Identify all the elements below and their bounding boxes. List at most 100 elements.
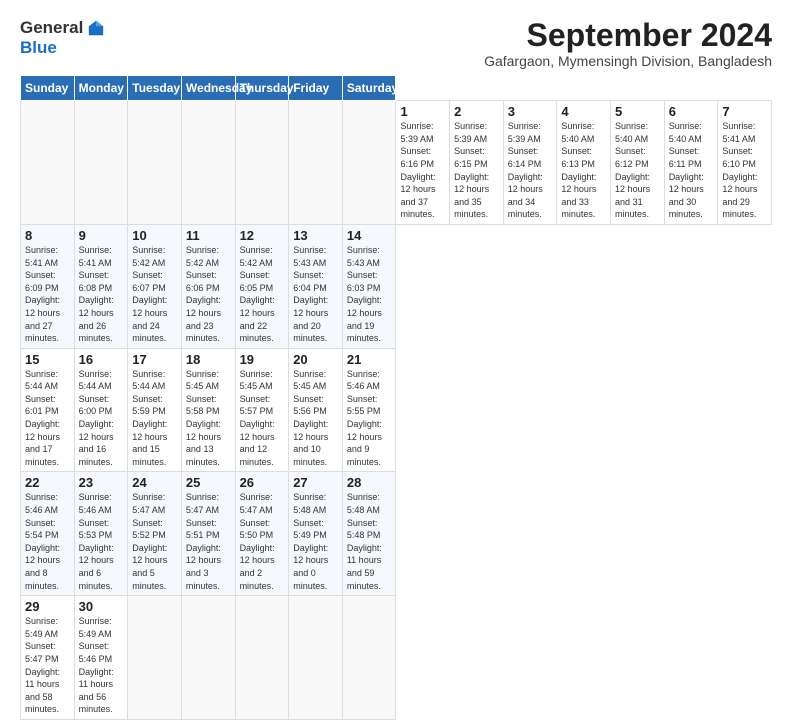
- day-number: 7: [722, 104, 767, 119]
- logo-icon: [87, 19, 105, 37]
- table-row: 1Sunrise: 5:39 AMSunset: 6:16 PMDaylight…: [396, 101, 450, 225]
- day-info: Sunrise: 5:41 AMSunset: 6:09 PMDaylight:…: [25, 244, 70, 345]
- day-info: Sunrise: 5:39 AMSunset: 6:16 PMDaylight:…: [400, 120, 445, 221]
- table-row: [21, 101, 75, 225]
- table-row: 12Sunrise: 5:42 AMSunset: 6:05 PMDayligh…: [235, 224, 289, 348]
- day-number: 19: [240, 352, 285, 367]
- day-info: Sunrise: 5:49 AMSunset: 5:47 PMDaylight:…: [25, 615, 70, 716]
- day-info: Sunrise: 5:40 AMSunset: 6:12 PMDaylight:…: [615, 120, 660, 221]
- table-row: [235, 596, 289, 720]
- day-info: Sunrise: 5:46 AMSunset: 5:55 PMDaylight:…: [347, 368, 392, 469]
- table-row: 18Sunrise: 5:45 AMSunset: 5:58 PMDayligh…: [181, 348, 235, 472]
- table-row: 22Sunrise: 5:46 AMSunset: 5:54 PMDayligh…: [21, 472, 75, 596]
- table-row: 4Sunrise: 5:40 AMSunset: 6:13 PMDaylight…: [557, 101, 611, 225]
- calendar-row: 15Sunrise: 5:44 AMSunset: 6:01 PMDayligh…: [21, 348, 772, 472]
- day-number: 16: [79, 352, 124, 367]
- day-number: 22: [25, 475, 70, 490]
- table-row: [181, 596, 235, 720]
- table-row: [289, 101, 343, 225]
- day-info: Sunrise: 5:49 AMSunset: 5:46 PMDaylight:…: [79, 615, 124, 716]
- table-row: 8Sunrise: 5:41 AMSunset: 6:09 PMDaylight…: [21, 224, 75, 348]
- day-info: Sunrise: 5:46 AMSunset: 5:53 PMDaylight:…: [79, 491, 124, 592]
- day-number: 10: [132, 228, 177, 243]
- calendar-page: General Blue September 2024 Gafargaon, M…: [0, 0, 792, 612]
- day-number: 1: [400, 104, 445, 119]
- day-number: 13: [293, 228, 338, 243]
- day-info: Sunrise: 5:44 AMSunset: 6:00 PMDaylight:…: [79, 368, 124, 469]
- day-number: 9: [79, 228, 124, 243]
- calendar-row: 8Sunrise: 5:41 AMSunset: 6:09 PMDaylight…: [21, 224, 772, 348]
- col-friday: Friday: [289, 76, 343, 101]
- col-wednesday: Wednesday: [181, 76, 235, 101]
- table-row: [289, 596, 343, 720]
- day-number: 17: [132, 352, 177, 367]
- day-number: 28: [347, 475, 392, 490]
- logo-blue-text: Blue: [20, 38, 57, 58]
- logo: General Blue: [20, 18, 105, 58]
- day-number: 15: [25, 352, 70, 367]
- day-number: 21: [347, 352, 392, 367]
- location-title: Gafargaon, Mymensingh Division, Banglade…: [484, 53, 772, 69]
- day-number: 6: [669, 104, 714, 119]
- calendar-table: Sunday Monday Tuesday Wednesday Thursday…: [20, 75, 772, 720]
- day-info: Sunrise: 5:47 AMSunset: 5:51 PMDaylight:…: [186, 491, 231, 592]
- day-number: 11: [186, 228, 231, 243]
- table-row: 11Sunrise: 5:42 AMSunset: 6:06 PMDayligh…: [181, 224, 235, 348]
- calendar-row: 29Sunrise: 5:49 AMSunset: 5:47 PMDayligh…: [21, 596, 772, 720]
- table-row: 19Sunrise: 5:45 AMSunset: 5:57 PMDayligh…: [235, 348, 289, 472]
- table-row: 9Sunrise: 5:41 AMSunset: 6:08 PMDaylight…: [74, 224, 128, 348]
- day-number: 23: [79, 475, 124, 490]
- table-row: 23Sunrise: 5:46 AMSunset: 5:53 PMDayligh…: [74, 472, 128, 596]
- day-number: 2: [454, 104, 499, 119]
- day-number: 14: [347, 228, 392, 243]
- day-number: 8: [25, 228, 70, 243]
- day-info: Sunrise: 5:42 AMSunset: 6:06 PMDaylight:…: [186, 244, 231, 345]
- day-number: 27: [293, 475, 338, 490]
- table-row: [235, 101, 289, 225]
- table-row: 28Sunrise: 5:48 AMSunset: 5:48 PMDayligh…: [342, 472, 396, 596]
- table-row: 17Sunrise: 5:44 AMSunset: 5:59 PMDayligh…: [128, 348, 182, 472]
- calendar-header-row: Sunday Monday Tuesday Wednesday Thursday…: [21, 76, 772, 101]
- day-info: Sunrise: 5:45 AMSunset: 5:58 PMDaylight:…: [186, 368, 231, 469]
- table-row: [74, 101, 128, 225]
- table-row: 26Sunrise: 5:47 AMSunset: 5:50 PMDayligh…: [235, 472, 289, 596]
- table-row: [181, 101, 235, 225]
- table-row: 13Sunrise: 5:43 AMSunset: 6:04 PMDayligh…: [289, 224, 343, 348]
- table-row: 14Sunrise: 5:43 AMSunset: 6:03 PMDayligh…: [342, 224, 396, 348]
- day-info: Sunrise: 5:43 AMSunset: 6:04 PMDaylight:…: [293, 244, 338, 345]
- day-info: Sunrise: 5:44 AMSunset: 5:59 PMDaylight:…: [132, 368, 177, 469]
- day-info: Sunrise: 5:41 AMSunset: 6:10 PMDaylight:…: [722, 120, 767, 221]
- day-info: Sunrise: 5:47 AMSunset: 5:50 PMDaylight:…: [240, 491, 285, 592]
- table-row: [342, 596, 396, 720]
- table-row: 7Sunrise: 5:41 AMSunset: 6:10 PMDaylight…: [718, 101, 772, 225]
- day-number: 5: [615, 104, 660, 119]
- col-tuesday: Tuesday: [128, 76, 182, 101]
- day-info: Sunrise: 5:41 AMSunset: 6:08 PMDaylight:…: [79, 244, 124, 345]
- col-sunday: Sunday: [21, 76, 75, 101]
- day-info: Sunrise: 5:43 AMSunset: 6:03 PMDaylight:…: [347, 244, 392, 345]
- title-section: September 2024 Gafargaon, Mymensingh Div…: [484, 18, 772, 69]
- day-info: Sunrise: 5:44 AMSunset: 6:01 PMDaylight:…: [25, 368, 70, 469]
- month-title: September 2024: [484, 18, 772, 53]
- day-info: Sunrise: 5:46 AMSunset: 5:54 PMDaylight:…: [25, 491, 70, 592]
- table-row: [342, 101, 396, 225]
- table-row: 3Sunrise: 5:39 AMSunset: 6:14 PMDaylight…: [503, 101, 557, 225]
- day-number: 18: [186, 352, 231, 367]
- day-number: 4: [561, 104, 606, 119]
- table-row: 30Sunrise: 5:49 AMSunset: 5:46 PMDayligh…: [74, 596, 128, 720]
- day-number: 12: [240, 228, 285, 243]
- table-row: 25Sunrise: 5:47 AMSunset: 5:51 PMDayligh…: [181, 472, 235, 596]
- day-info: Sunrise: 5:39 AMSunset: 6:15 PMDaylight:…: [454, 120, 499, 221]
- table-row: 10Sunrise: 5:42 AMSunset: 6:07 PMDayligh…: [128, 224, 182, 348]
- calendar-row: 22Sunrise: 5:46 AMSunset: 5:54 PMDayligh…: [21, 472, 772, 596]
- table-row: 24Sunrise: 5:47 AMSunset: 5:52 PMDayligh…: [128, 472, 182, 596]
- day-info: Sunrise: 5:45 AMSunset: 5:56 PMDaylight:…: [293, 368, 338, 469]
- day-number: 3: [508, 104, 553, 119]
- table-row: 15Sunrise: 5:44 AMSunset: 6:01 PMDayligh…: [21, 348, 75, 472]
- day-info: Sunrise: 5:47 AMSunset: 5:52 PMDaylight:…: [132, 491, 177, 592]
- day-info: Sunrise: 5:48 AMSunset: 5:49 PMDaylight:…: [293, 491, 338, 592]
- table-row: 20Sunrise: 5:45 AMSunset: 5:56 PMDayligh…: [289, 348, 343, 472]
- day-info: Sunrise: 5:40 AMSunset: 6:13 PMDaylight:…: [561, 120, 606, 221]
- day-number: 25: [186, 475, 231, 490]
- day-number: 24: [132, 475, 177, 490]
